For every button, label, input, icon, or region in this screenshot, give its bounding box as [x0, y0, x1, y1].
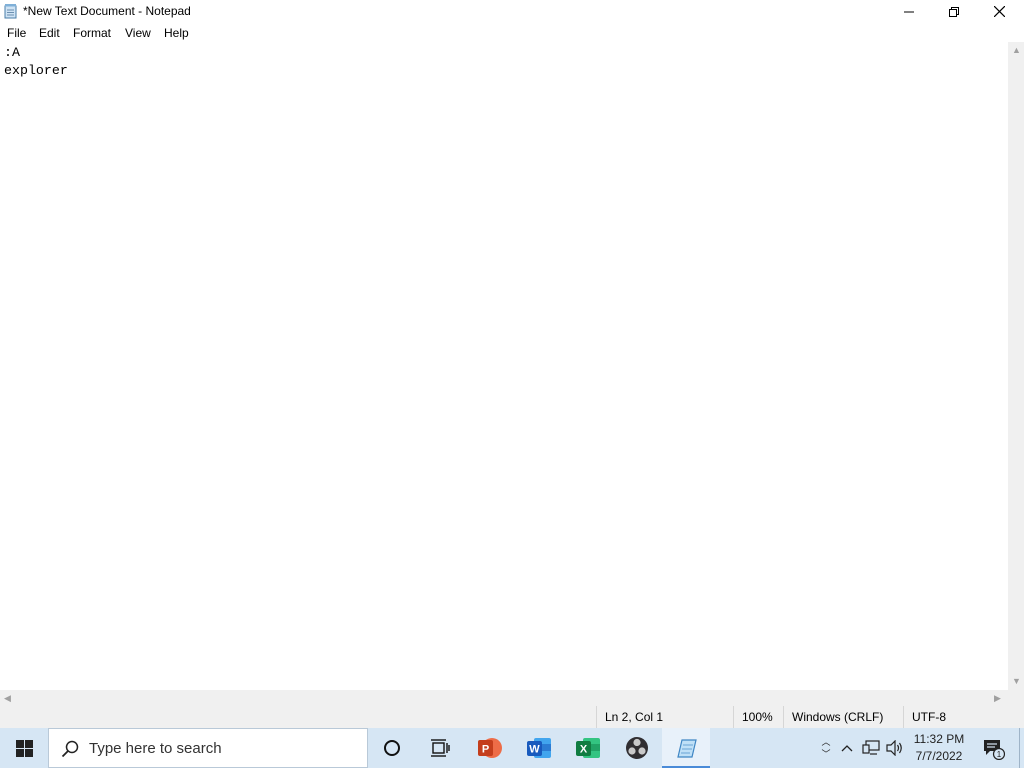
menu-help[interactable]: Help [164, 26, 189, 40]
excel-icon: X [576, 738, 600, 758]
scroll-left-arrow-icon[interactable]: ◀ [4, 693, 11, 703]
notepad-taskbar-button[interactable] [662, 728, 710, 768]
menu-view[interactable]: View [125, 26, 151, 40]
clock[interactable]: 11:32 PM 7/7/2022 [906, 731, 972, 765]
obs-button[interactable] [613, 728, 661, 768]
chevron-up-icon [841, 745, 853, 752]
clock-date: 7/7/2022 [915, 749, 963, 763]
text-editor[interactable]: :A explorer [0, 42, 1008, 690]
status-bar: Ln 2, Col 1 100% Windows (CRLF) UTF-8 [0, 706, 1024, 728]
clock-time: 11:32 PM [913, 732, 965, 746]
word-button[interactable]: W [515, 728, 563, 768]
chevron-up-icon[interactable]: ︿ [821, 736, 830, 748]
volume-button[interactable] [884, 728, 906, 768]
menu-bar: File Edit Format View Help [0, 23, 1024, 42]
powerpoint-button[interactable]: P [466, 728, 514, 768]
horizontal-scrollbar[interactable]: ◀ ▶ [0, 690, 1008, 706]
powerpoint-icon: P [478, 738, 502, 758]
close-button[interactable] [976, 0, 1022, 23]
search-placeholder[interactable]: Type here to search [89, 740, 222, 757]
start-button[interactable] [0, 728, 48, 768]
restore-icon [949, 6, 959, 17]
notepad-icon [677, 739, 697, 758]
taskbar: Type here to search P W X ︿ ﹀ 11:32 PM 7… [0, 728, 1024, 768]
taskbar-scroll[interactable]: ︿ ﹀ [818, 728, 834, 768]
minimize-icon [904, 11, 914, 12]
network-icon [862, 740, 880, 755]
show-hidden-icons-button[interactable] [838, 728, 856, 768]
window-title: *New Text Document - Notepad [23, 4, 191, 18]
close-icon [993, 6, 1005, 17]
menu-format[interactable]: Format [73, 26, 111, 40]
svg-text:W: W [529, 744, 540, 756]
scroll-right-arrow-icon[interactable]: ▶ [994, 693, 1001, 703]
svg-text:X: X [580, 744, 588, 756]
vertical-scrollbar[interactable]: ▲ ▼ [1008, 42, 1024, 690]
status-encoding: UTF-8 [903, 706, 1024, 728]
task-view-icon [431, 739, 450, 757]
search-icon [61, 740, 79, 758]
notification-icon: 1 [984, 740, 1005, 760]
task-view-button[interactable] [416, 728, 464, 768]
cortana-button[interactable] [368, 728, 416, 768]
obs-icon [626, 737, 648, 759]
windows-logo-icon [15, 739, 33, 757]
excel-button[interactable]: X [564, 728, 612, 768]
minimize-button[interactable] [886, 0, 932, 23]
editor-content[interactable]: :A explorer [4, 44, 68, 80]
cortana-icon [384, 740, 400, 756]
status-position: Ln 2, Col 1 [596, 706, 732, 728]
search-box[interactable]: Type here to search [48, 728, 368, 768]
title-bar[interactable]: *New Text Document - Notepad [0, 0, 1024, 23]
notification-count: 1 [997, 750, 1002, 759]
show-desktop-button[interactable] [1019, 728, 1024, 768]
restore-button[interactable] [931, 0, 977, 23]
volume-icon [886, 740, 902, 756]
notepad-icon [4, 4, 17, 19]
svg-text:P: P [482, 744, 489, 756]
status-zoom: 100% [733, 706, 783, 728]
menu-edit[interactable]: Edit [39, 26, 60, 40]
action-center-button[interactable]: 1 [978, 728, 1008, 768]
menu-file[interactable]: File [7, 26, 26, 40]
scrollbar-corner [1008, 690, 1024, 706]
status-line-endings: Windows (CRLF) [783, 706, 903, 728]
word-icon: W [527, 738, 551, 758]
scroll-down-arrow-icon[interactable]: ▼ [1012, 676, 1021, 686]
scroll-up-arrow-icon[interactable]: ▲ [1012, 45, 1021, 55]
chevron-down-icon[interactable]: ﹀ [821, 748, 830, 760]
network-button[interactable] [860, 728, 882, 768]
